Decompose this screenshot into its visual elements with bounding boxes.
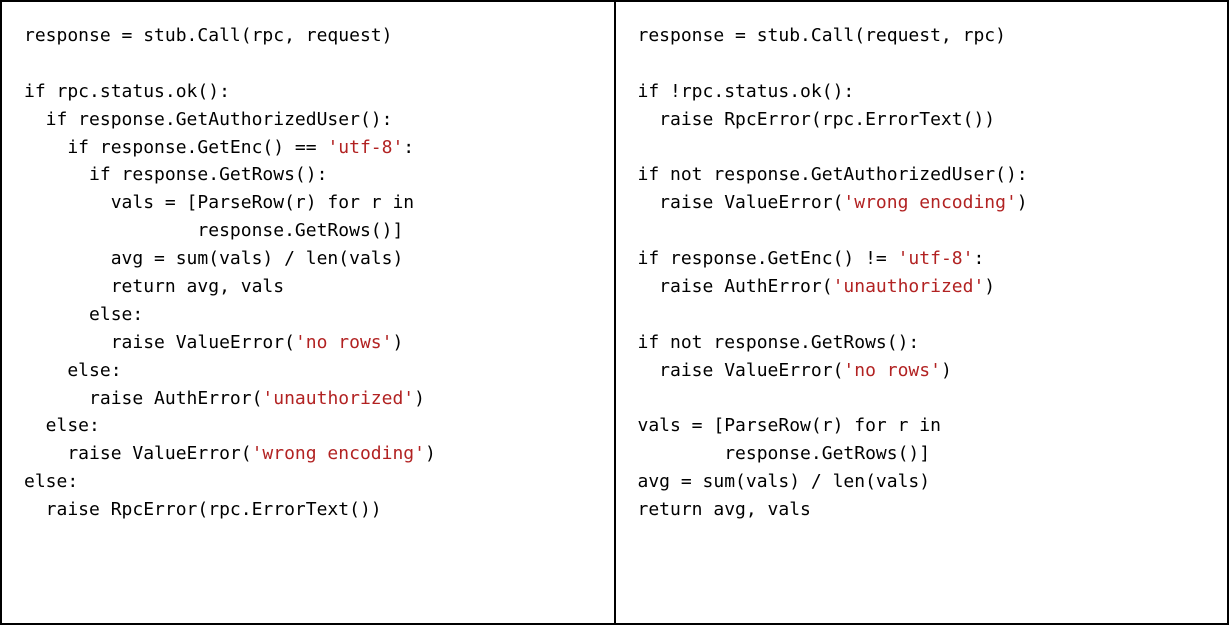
code-line: avg = sum(vals) / len(vals)	[24, 248, 403, 269]
code-line: raise ValueError(	[638, 192, 844, 213]
code-line: response = stub.Call(request, rpc)	[638, 25, 1006, 46]
code-line: return avg, vals	[638, 499, 811, 520]
code-line: if response.GetEnc() ==	[24, 137, 327, 158]
code-line: vals = [ParseRow(r) for r in	[638, 415, 941, 436]
code-line: if not response.GetAuthorizedUser():	[638, 164, 1028, 185]
code-line: raise RpcError(rpc.ErrorText())	[638, 109, 996, 130]
code-text: )	[941, 360, 952, 381]
code-line: return avg, vals	[24, 276, 284, 297]
string-literal: 'wrong encoding'	[843, 192, 1016, 213]
code-line: if !rpc.status.ok():	[638, 81, 855, 102]
string-literal: 'no rows'	[843, 360, 941, 381]
code-line: if response.GetAuthorizedUser():	[24, 109, 392, 130]
code-line: else:	[24, 415, 100, 436]
code-line: response.GetRows()]	[638, 443, 931, 464]
code-line: avg = sum(vals) / len(vals)	[638, 471, 931, 492]
code-text: )	[414, 388, 425, 409]
code-line: vals = [ParseRow(r) for r in	[24, 192, 414, 213]
code-line: else:	[24, 360, 122, 381]
string-literal: 'unauthorized'	[262, 388, 414, 409]
string-literal: 'unauthorized'	[833, 276, 985, 297]
code-text: )	[425, 443, 436, 464]
code-line: if not response.GetRows():	[638, 332, 920, 353]
string-literal: 'utf-8'	[327, 137, 403, 158]
string-literal: 'utf-8'	[898, 248, 974, 269]
code-line: raise ValueError(	[638, 360, 844, 381]
code-line: response = stub.Call(rpc, request)	[24, 25, 392, 46]
code-text: )	[392, 332, 403, 353]
code-line: raise RpcError(rpc.ErrorText())	[24, 499, 382, 520]
code-line: if response.GetRows():	[24, 164, 327, 185]
code-line: raise AuthError(	[638, 276, 833, 297]
code-text: )	[984, 276, 995, 297]
string-literal: 'no rows'	[295, 332, 393, 353]
code-line: else:	[24, 471, 78, 492]
right-code-panel: response = stub.Call(request, rpc) if !r…	[616, 2, 1228, 623]
code-line: response.GetRows()]	[24, 220, 403, 241]
string-literal: 'wrong encoding'	[252, 443, 425, 464]
code-text: :	[973, 248, 984, 269]
code-line: if rpc.status.ok():	[24, 81, 230, 102]
left-code-panel: response = stub.Call(rpc, request) if rp…	[2, 2, 616, 623]
code-text: )	[1017, 192, 1028, 213]
code-text: :	[403, 137, 414, 158]
code-comparison-container: response = stub.Call(rpc, request) if rp…	[0, 0, 1229, 625]
code-line: raise AuthError(	[24, 388, 262, 409]
code-line: else:	[24, 304, 143, 325]
code-line: raise ValueError(	[24, 332, 295, 353]
code-line: raise ValueError(	[24, 443, 252, 464]
code-line: if response.GetEnc() !=	[638, 248, 898, 269]
